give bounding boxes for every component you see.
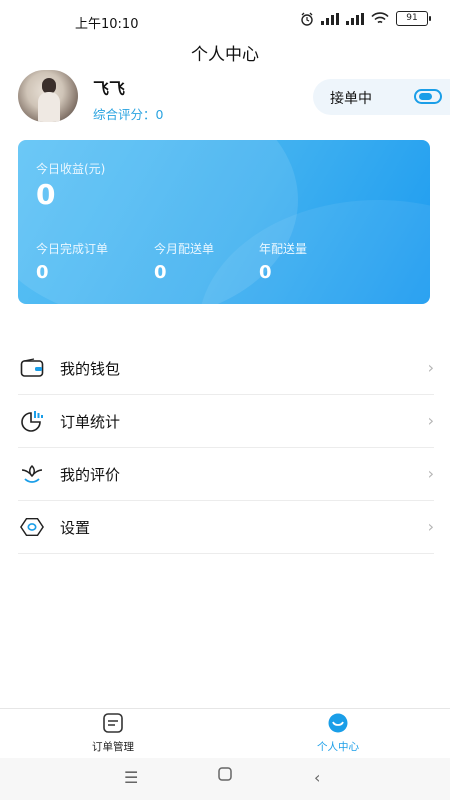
user-name: 飞飞 xyxy=(93,79,126,98)
earnings-card: 今日收益(元) 0 今日完成订单 0 今月配送单 0 年配送量 0 xyxy=(18,140,430,304)
rating: 综合评分：0 xyxy=(93,104,163,123)
chart-icon xyxy=(20,409,44,433)
signal-hd-icon xyxy=(346,12,364,25)
rating-value: 0 xyxy=(155,107,164,122)
system-nav-bar: ☰ ‹ xyxy=(0,758,450,800)
wifi-icon xyxy=(371,12,389,24)
menu-item-label: 订单统计 xyxy=(60,412,121,431)
settings-icon xyxy=(20,515,44,539)
year-delivery-value: 0 xyxy=(259,262,272,283)
order-list-icon xyxy=(103,713,123,733)
signal-icon xyxy=(321,12,339,25)
menu-item-my-reviews[interactable]: 我的评价 › xyxy=(18,448,434,501)
page-title: 个人中心 xyxy=(191,45,259,65)
today-income-label: 今日收益(元) xyxy=(36,162,106,176)
battery-icon: 91 xyxy=(396,11,431,26)
chevron-right-icon: › xyxy=(427,517,434,536)
menu-item-wallet[interactable]: 我的钱包 › xyxy=(18,342,434,395)
status-time: 上午10:10 xyxy=(75,17,139,32)
home-icon[interactable] xyxy=(217,766,233,786)
lotus-icon xyxy=(20,462,44,486)
menu-item-label: 我的钱包 xyxy=(60,359,121,378)
chevron-right-icon: › xyxy=(427,464,434,483)
chevron-right-icon: › xyxy=(427,411,434,430)
tab-bar: 订单管理 个人中心 xyxy=(0,708,450,757)
menu-item-label: 设置 xyxy=(60,518,91,537)
menu-list: 我的钱包 › 订单统计 › 我的评价 › 设置 › xyxy=(18,342,434,554)
avatar[interactable] xyxy=(18,70,78,122)
alarm-icon xyxy=(301,12,313,26)
today-income-value: 0 xyxy=(36,178,56,211)
order-toggle-switch[interactable] xyxy=(414,89,442,104)
order-toggle-label: 接单中 xyxy=(330,91,372,107)
menu-item-settings[interactable]: 设置 › xyxy=(18,501,434,554)
status-icons: 91 xyxy=(300,11,431,26)
menu-item-order-stats[interactable]: 订单统计 › xyxy=(18,395,434,448)
back-icon[interactable]: ‹ xyxy=(314,768,320,787)
rating-label: 综合评分： xyxy=(93,107,156,122)
wallet-icon xyxy=(20,356,44,380)
tab-label: 个人中心 xyxy=(317,741,359,753)
today-completed-label: 今日完成订单 xyxy=(36,242,109,256)
smile-icon xyxy=(328,713,348,733)
year-delivery-label: 年配送量 xyxy=(259,242,308,256)
status-bar: 上午10:10 91 xyxy=(0,0,450,40)
tab-order-management[interactable]: 订单管理 xyxy=(53,713,173,754)
tab-personal-center[interactable]: 个人中心 xyxy=(278,713,398,754)
tab-label: 订单管理 xyxy=(92,741,134,753)
chevron-right-icon: › xyxy=(427,358,434,377)
menu-icon[interactable]: ☰ xyxy=(124,768,138,787)
menu-item-label: 我的评价 xyxy=(60,465,121,484)
month-delivery-label: 今月配送单 xyxy=(154,242,215,256)
today-completed-value: 0 xyxy=(36,262,49,283)
month-delivery-value: 0 xyxy=(154,262,167,283)
